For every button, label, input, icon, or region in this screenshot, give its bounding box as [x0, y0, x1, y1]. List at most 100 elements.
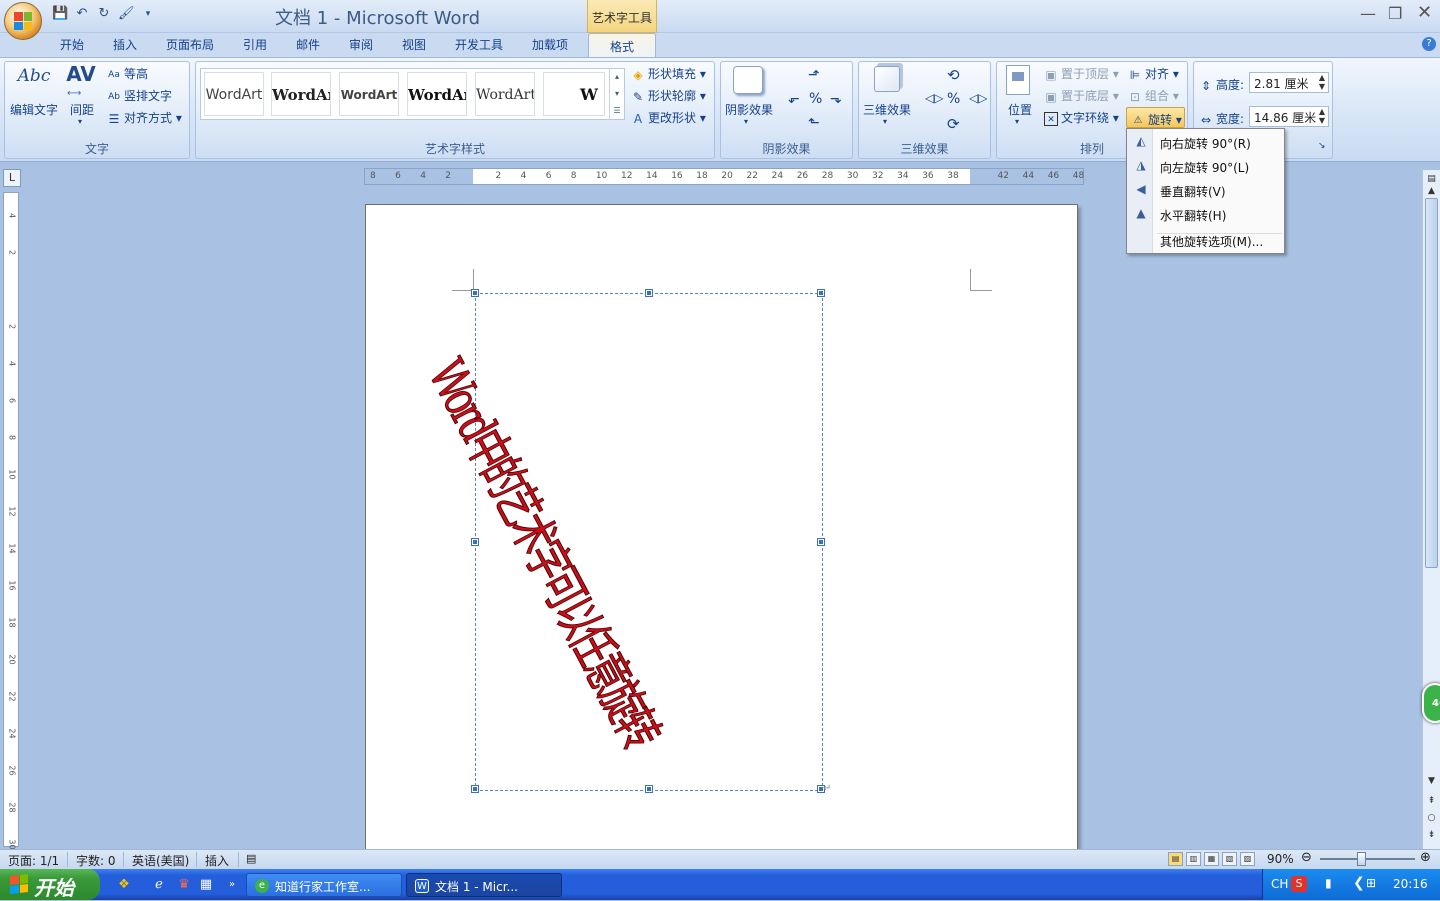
task-browser[interactable]: e 知道行家工作室...: [246, 873, 402, 897]
tab-view[interactable]: 视图: [402, 36, 426, 53]
tab-insert[interactable]: 插入: [113, 36, 137, 53]
browse-object-icon[interactable]: ○: [1424, 811, 1439, 826]
edit-text-icon[interactable]: Abc: [16, 66, 52, 86]
group-button[interactable]: ⊡ 组合 ▾: [1128, 87, 1179, 104]
spacing-icon[interactable]: AV: [66, 62, 96, 86]
resize-handle[interactable]: [471, 785, 479, 793]
nudge-up-icon[interactable]: ⬏: [808, 67, 820, 83]
menu-more-rotation[interactable]: 其他旋转选项(M)...: [1129, 229, 1282, 251]
help-icon[interactable]: ?: [1422, 37, 1436, 51]
nudge-down-icon[interactable]: ⬑: [808, 115, 820, 131]
tilt-up-icon[interactable]: ⟲: [947, 66, 960, 84]
vertical-ruler[interactable]: 4 2 2 4 6 8 10 12 14 16 18 20 22 24 26 28 30: [3, 192, 19, 850]
vertical-text-button[interactable]: Ab 竖排文字: [107, 87, 172, 104]
3d-dropdown-icon[interactable]: ▾: [883, 117, 887, 126]
3d-effects-button[interactable]: 三维效果: [863, 101, 911, 118]
bring-to-front-button[interactable]: ▣ 置于顶层 ▾: [1044, 65, 1119, 82]
resize-handle[interactable]: [471, 538, 479, 546]
next-page-icon[interactable]: ⇟: [1424, 828, 1439, 843]
wordart-style-6[interactable]: W: [543, 72, 605, 116]
edit-text-button[interactable]: 编辑文字: [10, 101, 58, 118]
shape-fill-button[interactable]: ◈ 形状填充 ▾: [631, 65, 705, 82]
tab-format[interactable]: 格式: [588, 33, 656, 59]
align-text-button[interactable]: ☰ 对齐方式 ▾: [107, 109, 182, 126]
change-shape-button[interactable]: A 更改形状 ▾: [631, 109, 706, 126]
menu-rotate-left[interactable]: ◮ 向左旋转 90°(L): [1129, 155, 1282, 177]
spinner-arrows-icon[interactable]: ▲ ▼: [1319, 73, 1325, 91]
input-language[interactable]: CH: [1271, 877, 1288, 891]
resize-handle[interactable]: [645, 289, 653, 297]
tab-review[interactable]: 审阅: [349, 36, 373, 53]
tilt-down-icon[interactable]: ⟳: [947, 115, 960, 133]
network-icon[interactable]: ⊞: [1366, 876, 1376, 890]
wordart-style-1[interactable]: WordArt: [204, 72, 264, 116]
status-mode[interactable]: 插入: [205, 852, 229, 869]
wordart-style-4[interactable]: WordArt: [407, 72, 467, 116]
quicklaunch-ie-icon[interactable]: ℯ: [151, 877, 167, 893]
close-icon[interactable]: ✕: [1417, 2, 1432, 23]
task-word[interactable]: W 文档 1 - Micr...: [406, 873, 562, 897]
full-screen-reading-icon[interactable]: ▥: [1186, 852, 1201, 866]
restore-icon[interactable]: ❐: [1388, 4, 1402, 23]
office-button[interactable]: [4, 2, 42, 40]
prev-page-icon[interactable]: ⇞: [1424, 794, 1439, 809]
draft-view-icon[interactable]: ▨: [1240, 852, 1255, 866]
tab-mailings[interactable]: 邮件: [296, 36, 320, 53]
quicklaunch-app-icon[interactable]: ❖: [116, 877, 132, 893]
tab-selector-icon[interactable]: L: [3, 169, 21, 187]
menu-flip-horizontal[interactable]: ▲ 水平翻转(H): [1129, 203, 1282, 225]
zoom-out-icon[interactable]: ⊖: [1301, 850, 1312, 865]
quicklaunch-desktop-icon[interactable]: ▦: [198, 877, 214, 893]
minimize-icon[interactable]: —: [1360, 4, 1376, 23]
status-page[interactable]: 页面: 1/1: [8, 852, 59, 869]
macro-record-icon[interactable]: ▤: [246, 852, 256, 865]
save-icon[interactable]: 💾: [52, 6, 68, 22]
start-button[interactable]: 开始: [0, 869, 100, 900]
3d-effects-icon[interactable]: [874, 66, 900, 92]
rotate-button[interactable]: ⚠ 旋转 ▾: [1126, 107, 1185, 128]
spacing-button[interactable]: 间距: [70, 101, 94, 118]
tilt-left-icon[interactable]: ◁▷: [925, 91, 943, 105]
text-wrap-button[interactable]: ✕ 文字环绕 ▾: [1044, 109, 1119, 126]
redo-icon[interactable]: ↻: [96, 6, 112, 22]
sogou-ime-icon[interactable]: S: [1291, 876, 1307, 892]
format-painter-icon[interactable]: 🖌: [118, 6, 135, 22]
size-dialog-launcher-icon[interactable]: ↘: [1318, 141, 1326, 151]
shadow-dropdown-icon[interactable]: ▾: [744, 117, 748, 126]
tab-home[interactable]: 开始: [60, 36, 84, 53]
zoom-slider-thumb[interactable]: [1357, 852, 1366, 866]
menu-flip-vertical[interactable]: ◀ 垂直翻转(V): [1129, 179, 1282, 201]
resize-handle[interactable]: [817, 289, 825, 297]
status-words[interactable]: 字数: 0: [76, 852, 116, 869]
resize-handle[interactable]: [471, 289, 479, 297]
tab-page-layout[interactable]: 页面布局: [166, 36, 214, 53]
zoom-slider-track[interactable]: [1320, 858, 1415, 860]
resize-handle[interactable]: [817, 538, 825, 546]
nudge-left-icon[interactable]: ⬐: [788, 91, 800, 107]
tilt-right-icon[interactable]: ◁▷: [969, 91, 987, 105]
wordart-style-5[interactable]: WordArt: [475, 72, 535, 116]
tray-expand-icon[interactable]: ❮: [1353, 875, 1365, 891]
status-language[interactable]: 英语(美国): [132, 852, 189, 869]
zoom-in-icon[interactable]: ⊕: [1420, 850, 1431, 865]
send-to-back-button[interactable]: ▣ 置于底层 ▾: [1044, 87, 1119, 104]
menu-rotate-right[interactable]: ◭ 向右旋转 90°(R): [1129, 131, 1282, 153]
shape-outline-button[interactable]: ✎ 形状轮廓 ▾: [631, 87, 706, 104]
width-spinner[interactable]: 14.86 厘米 ▲ ▼: [1249, 106, 1329, 127]
align-button[interactable]: ⊫ 对齐 ▾: [1128, 65, 1179, 82]
tab-developer[interactable]: 开发工具: [455, 36, 503, 53]
outline-view-icon[interactable]: ▧: [1222, 852, 1237, 866]
battery-icon[interactable]: ▮: [1325, 876, 1332, 890]
position-icon[interactable]: [1006, 65, 1030, 95]
undo-icon[interactable]: ↶: [74, 6, 90, 22]
customize-qat-icon[interactable]: ▾: [140, 6, 156, 22]
web-layout-icon[interactable]: ▦: [1204, 852, 1219, 866]
wordart-style-3[interactable]: WordArt: [339, 72, 399, 116]
quicklaunch-more-icon[interactable]: »: [224, 877, 240, 893]
clock[interactable]: 20:16: [1393, 877, 1428, 891]
shadow-toggle-icon[interactable]: %: [809, 91, 822, 107]
shadow-effects-icon[interactable]: [733, 66, 763, 94]
position-dropdown-icon[interactable]: ▾: [1015, 117, 1019, 126]
scroll-down-icon[interactable]: ▼: [1424, 774, 1439, 789]
vertical-scrollbar[interactable]: ▤ ▲ ▼ ⇞ ○ ⇟: [1422, 170, 1440, 850]
